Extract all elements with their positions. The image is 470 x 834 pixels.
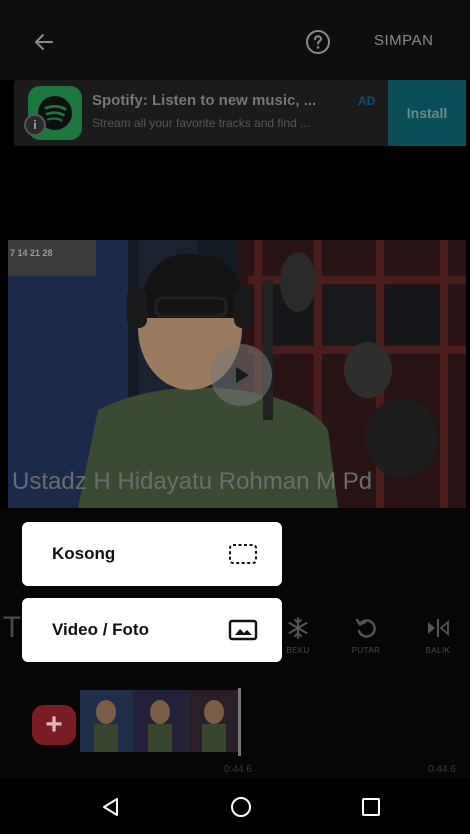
circle-home-icon: [231, 797, 251, 817]
tool-label: BALIK: [425, 646, 451, 655]
tool-label: PUTAR: [351, 646, 381, 655]
video-text-overlay: Ustadz H Hidayatu Rohman M Pd: [12, 468, 373, 495]
flip-tool[interactable]: BALIK: [410, 610, 466, 670]
snowflake-icon: [288, 617, 308, 639]
ad-banner[interactable]: i Spotify: Listen to new music, ... AD S…: [14, 80, 466, 146]
play-icon: [236, 367, 249, 383]
video-preview[interactable]: 7 14 21 28 Ustadz H Hidayatu Rohman M Pd: [8, 240, 466, 508]
nav-back-button[interactable]: [96, 792, 126, 822]
add-empty-option[interactable]: Kosong: [22, 522, 282, 586]
text-icon: T: [2, 611, 22, 644]
nav-home-button[interactable]: [226, 792, 256, 822]
triangle-back-icon: [103, 798, 118, 816]
arrow-left-icon: [35, 34, 53, 50]
calendar-text: 7 14 21 28: [10, 248, 53, 258]
ad-badge: AD: [358, 94, 376, 108]
image-icon: [228, 619, 258, 641]
time-mid: 0:44.6: [224, 764, 252, 775]
rotate-icon: [355, 618, 376, 638]
rotate-tool[interactable]: PUTAR: [338, 610, 394, 670]
time-end: 0:44.6: [428, 764, 456, 775]
playhead[interactable]: [238, 688, 241, 756]
top-bar: SIMPAN: [0, 0, 470, 80]
ad-title: Spotify: Listen to new music, ...: [92, 92, 317, 109]
install-button[interactable]: Install: [388, 80, 466, 146]
option-label: Video / Foto: [52, 620, 149, 639]
clip-thumbnails: [80, 690, 240, 752]
ad-subtitle: Stream all your favorite tracks and find…: [92, 116, 311, 130]
back-button[interactable]: [26, 24, 62, 60]
system-nav-bar: [0, 778, 470, 834]
save-button[interactable]: SIMPAN: [374, 32, 433, 49]
play-button[interactable]: [210, 344, 272, 406]
tool-label: BEKU: [286, 646, 310, 655]
info-icon[interactable]: i: [24, 114, 46, 136]
square-recents-icon: [362, 798, 380, 816]
flip-icon: [428, 619, 449, 637]
blank-frame-icon: [229, 544, 257, 564]
help-button[interactable]: [300, 24, 336, 60]
add-media-option[interactable]: Video / Foto: [22, 598, 282, 662]
add-clip-button[interactable]: +: [32, 705, 76, 745]
option-label: Kosong: [52, 544, 116, 563]
help-icon: [306, 30, 330, 54]
nav-recents-button[interactable]: [356, 792, 386, 822]
timeline-clip[interactable]: [80, 690, 240, 752]
